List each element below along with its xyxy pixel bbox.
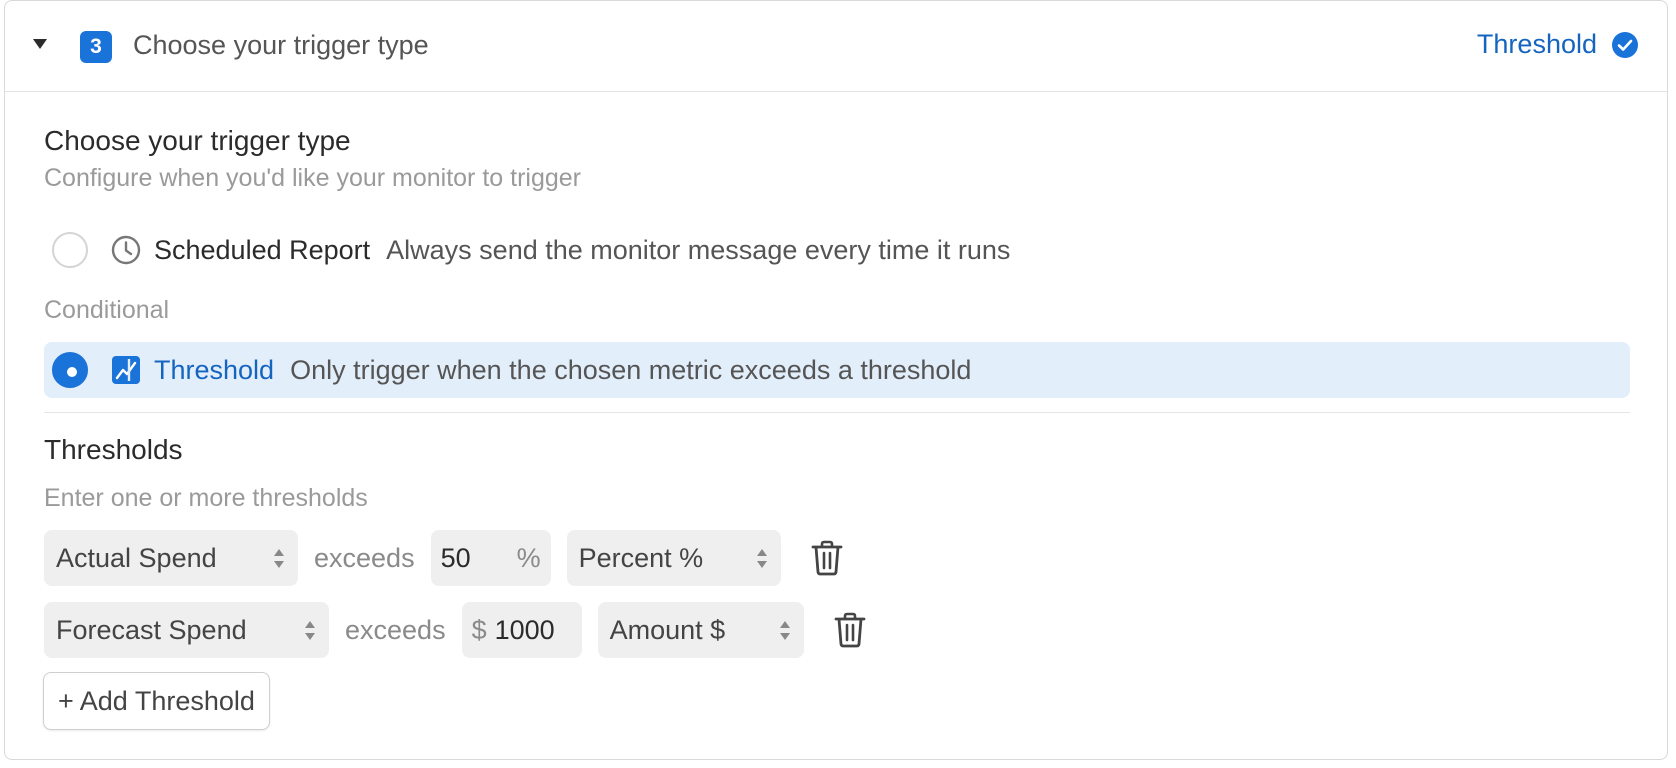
conditional-heading: Conditional [44, 296, 170, 324]
select-arrows-icon [274, 548, 284, 568]
select-arrows-icon [779, 620, 790, 640]
threshold-value-input[interactable]: $ 1000 [461, 602, 582, 658]
threshold-option[interactable]: Threshold Only trigger when the chosen m… [44, 342, 1630, 398]
metric-select-value: Actual Spend [56, 542, 217, 573]
select-arrows-icon [756, 548, 767, 568]
unit-type-value: Percent % [578, 542, 704, 573]
divider [44, 412, 1630, 413]
operator-label: exceeds [345, 614, 446, 645]
unit-type-value: Amount $ [609, 614, 726, 645]
threshold-row: Actual Spend exceeds 50 % Percent % [44, 530, 845, 586]
unit-type-select[interactable]: Amount $ [597, 602, 804, 658]
unit-type-select[interactable]: Percent % [566, 530, 781, 586]
threshold-radio[interactable] [52, 352, 88, 388]
select-arrows-icon [305, 620, 315, 640]
scheduled-report-option[interactable]: Scheduled Report Always send the monitor… [44, 222, 1630, 278]
trash-icon[interactable] [832, 611, 868, 649]
threshold-label: Threshold [154, 354, 275, 385]
metric-select[interactable]: Actual Spend [44, 530, 298, 586]
check-circle-icon [1612, 31, 1638, 58]
threshold-description: Only trigger when the chosen metric exce… [290, 354, 972, 385]
add-threshold-button[interactable]: + Add Threshold [43, 672, 270, 730]
operator-label: exceeds [314, 542, 415, 573]
section-header-title: Choose your trigger type [133, 30, 429, 60]
threshold-row: Forecast Spend exceeds $ 1000 Amount $ [44, 602, 868, 658]
trigger-type-subtitle: Configure when you'd like your monitor t… [44, 164, 581, 192]
metric-select[interactable]: Forecast Spend [44, 602, 329, 658]
threshold-value-input[interactable]: 50 % [430, 530, 551, 586]
metric-select-value: Forecast Spend [56, 614, 247, 645]
step-number-badge: 3 [80, 31, 112, 63]
selected-trigger-label: Threshold [1476, 29, 1597, 59]
caret-down-icon[interactable] [33, 39, 47, 49]
thresholds-title: Thresholds [44, 434, 183, 465]
trigger-type-title: Choose your trigger type [44, 125, 351, 156]
clock-icon [111, 235, 141, 265]
threshold-chart-icon [112, 356, 140, 384]
section-header[interactable]: 3 Choose your trigger type Threshold [5, 1, 1667, 92]
trash-icon[interactable] [809, 539, 845, 577]
dollar-prefix: $ [471, 614, 487, 645]
scheduled-report-description: Always send the monitor message every ti… [386, 234, 1011, 265]
percent-suffix: % [516, 542, 541, 573]
threshold-value: 50 [440, 542, 471, 573]
selected-trigger-summary: Threshold [1477, 29, 1639, 60]
threshold-value: 1000 [494, 614, 555, 645]
thresholds-subtitle: Enter one or more thresholds [44, 484, 368, 512]
scheduled-report-label: Scheduled Report [154, 234, 371, 265]
scheduled-report-radio[interactable] [52, 232, 88, 268]
